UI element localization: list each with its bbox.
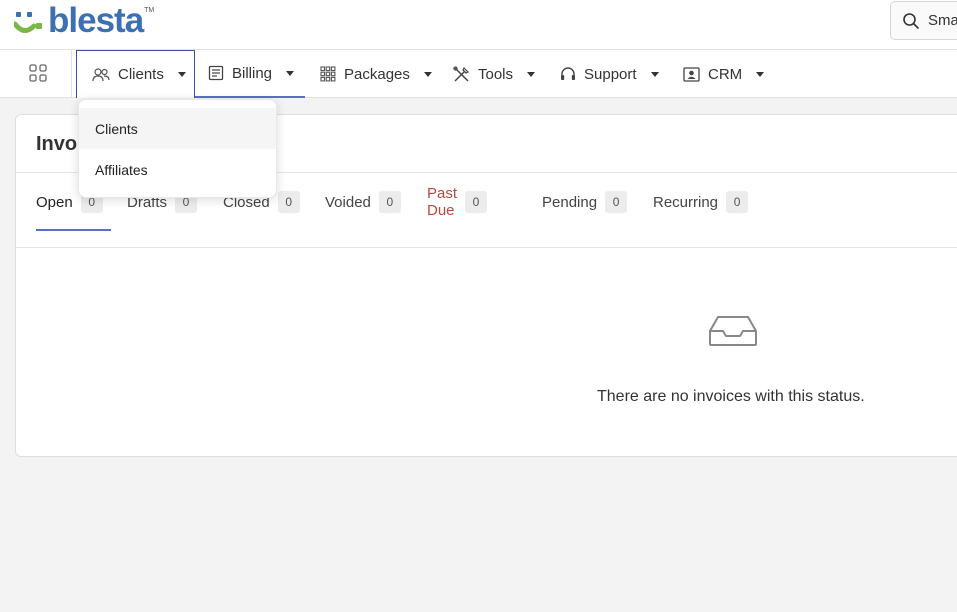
count-badge: 0 [378,191,401,213]
search-box[interactable]: Sma [890,1,957,40]
count-badge: 0 [465,191,488,213]
nav-packages-label: Packages [344,65,410,83]
nav-crm-label: CRM [708,65,743,83]
nav-packages[interactable]: Packages [320,50,432,98]
count-badge: 0 [605,191,628,213]
count-badge: 0 [277,191,300,213]
tab-label: Past Due [427,185,458,219]
nav-clients-label: Clients [118,66,164,83]
id-card-icon [683,66,700,82]
nav-clients[interactable]: Clients [76,50,195,98]
grid-icon [320,66,336,82]
nav-billing-label: Billing [232,64,273,82]
tab-label: Pending [542,193,598,211]
users-icon [92,67,110,81]
brand-name: blesta [48,1,144,40]
nav-billing[interactable]: Billing [195,50,305,98]
chevron-down-icon [177,72,186,77]
nav-crm[interactable]: CRM [683,50,765,98]
tab-pending[interactable]: Pending 0 [542,173,628,231]
tabs-divider [16,247,957,248]
tab-label: Recurring [653,193,719,211]
tools-icon [453,65,470,82]
main-nav: Clients Billing Packages Tools Support C… [0,50,957,98]
menu-item-clients[interactable]: Clients [79,108,276,149]
blesta-smile-icon [14,12,42,33]
nav-divider [71,50,72,98]
nav-support-label: Support [584,65,637,83]
nav-support[interactable]: Support [560,50,659,98]
chevron-down-icon [650,71,659,77]
top-bar: blesta TM Sma [0,0,957,50]
count-badge: 0 [726,191,749,213]
chevron-down-icon [527,71,536,77]
inbox-icon [708,315,758,352]
tab-recurring[interactable]: Recurring 0 [653,173,749,231]
tab-label: Open [36,193,73,211]
chevron-down-icon [286,70,295,76]
dashboard-button[interactable] [29,64,47,82]
search-icon [903,12,919,29]
page-title: Invoi [36,133,83,155]
tab-label: Voided [325,193,371,211]
nav-tools[interactable]: Tools [453,50,536,98]
chevron-down-icon [423,71,432,77]
menu-item-affiliates[interactable]: Affiliates [79,149,276,190]
tab-past-due[interactable]: Past Due 0 [427,173,488,231]
nav-tools-label: Tools [478,65,514,83]
trademark: TM [144,7,155,14]
search-input[interactable]: Sma [928,12,957,29]
empty-state-message: There are no invoices with this status. [597,388,865,405]
blesta-logo[interactable]: blesta TM [14,1,155,40]
chevron-down-icon [756,71,765,77]
clients-dropdown-menu: Clients Affiliates [78,99,277,198]
headset-icon [561,67,575,80]
dashboard-grid-icon [29,64,47,82]
billing-icon [208,65,224,81]
tab-voided[interactable]: Voided 0 [325,173,401,231]
